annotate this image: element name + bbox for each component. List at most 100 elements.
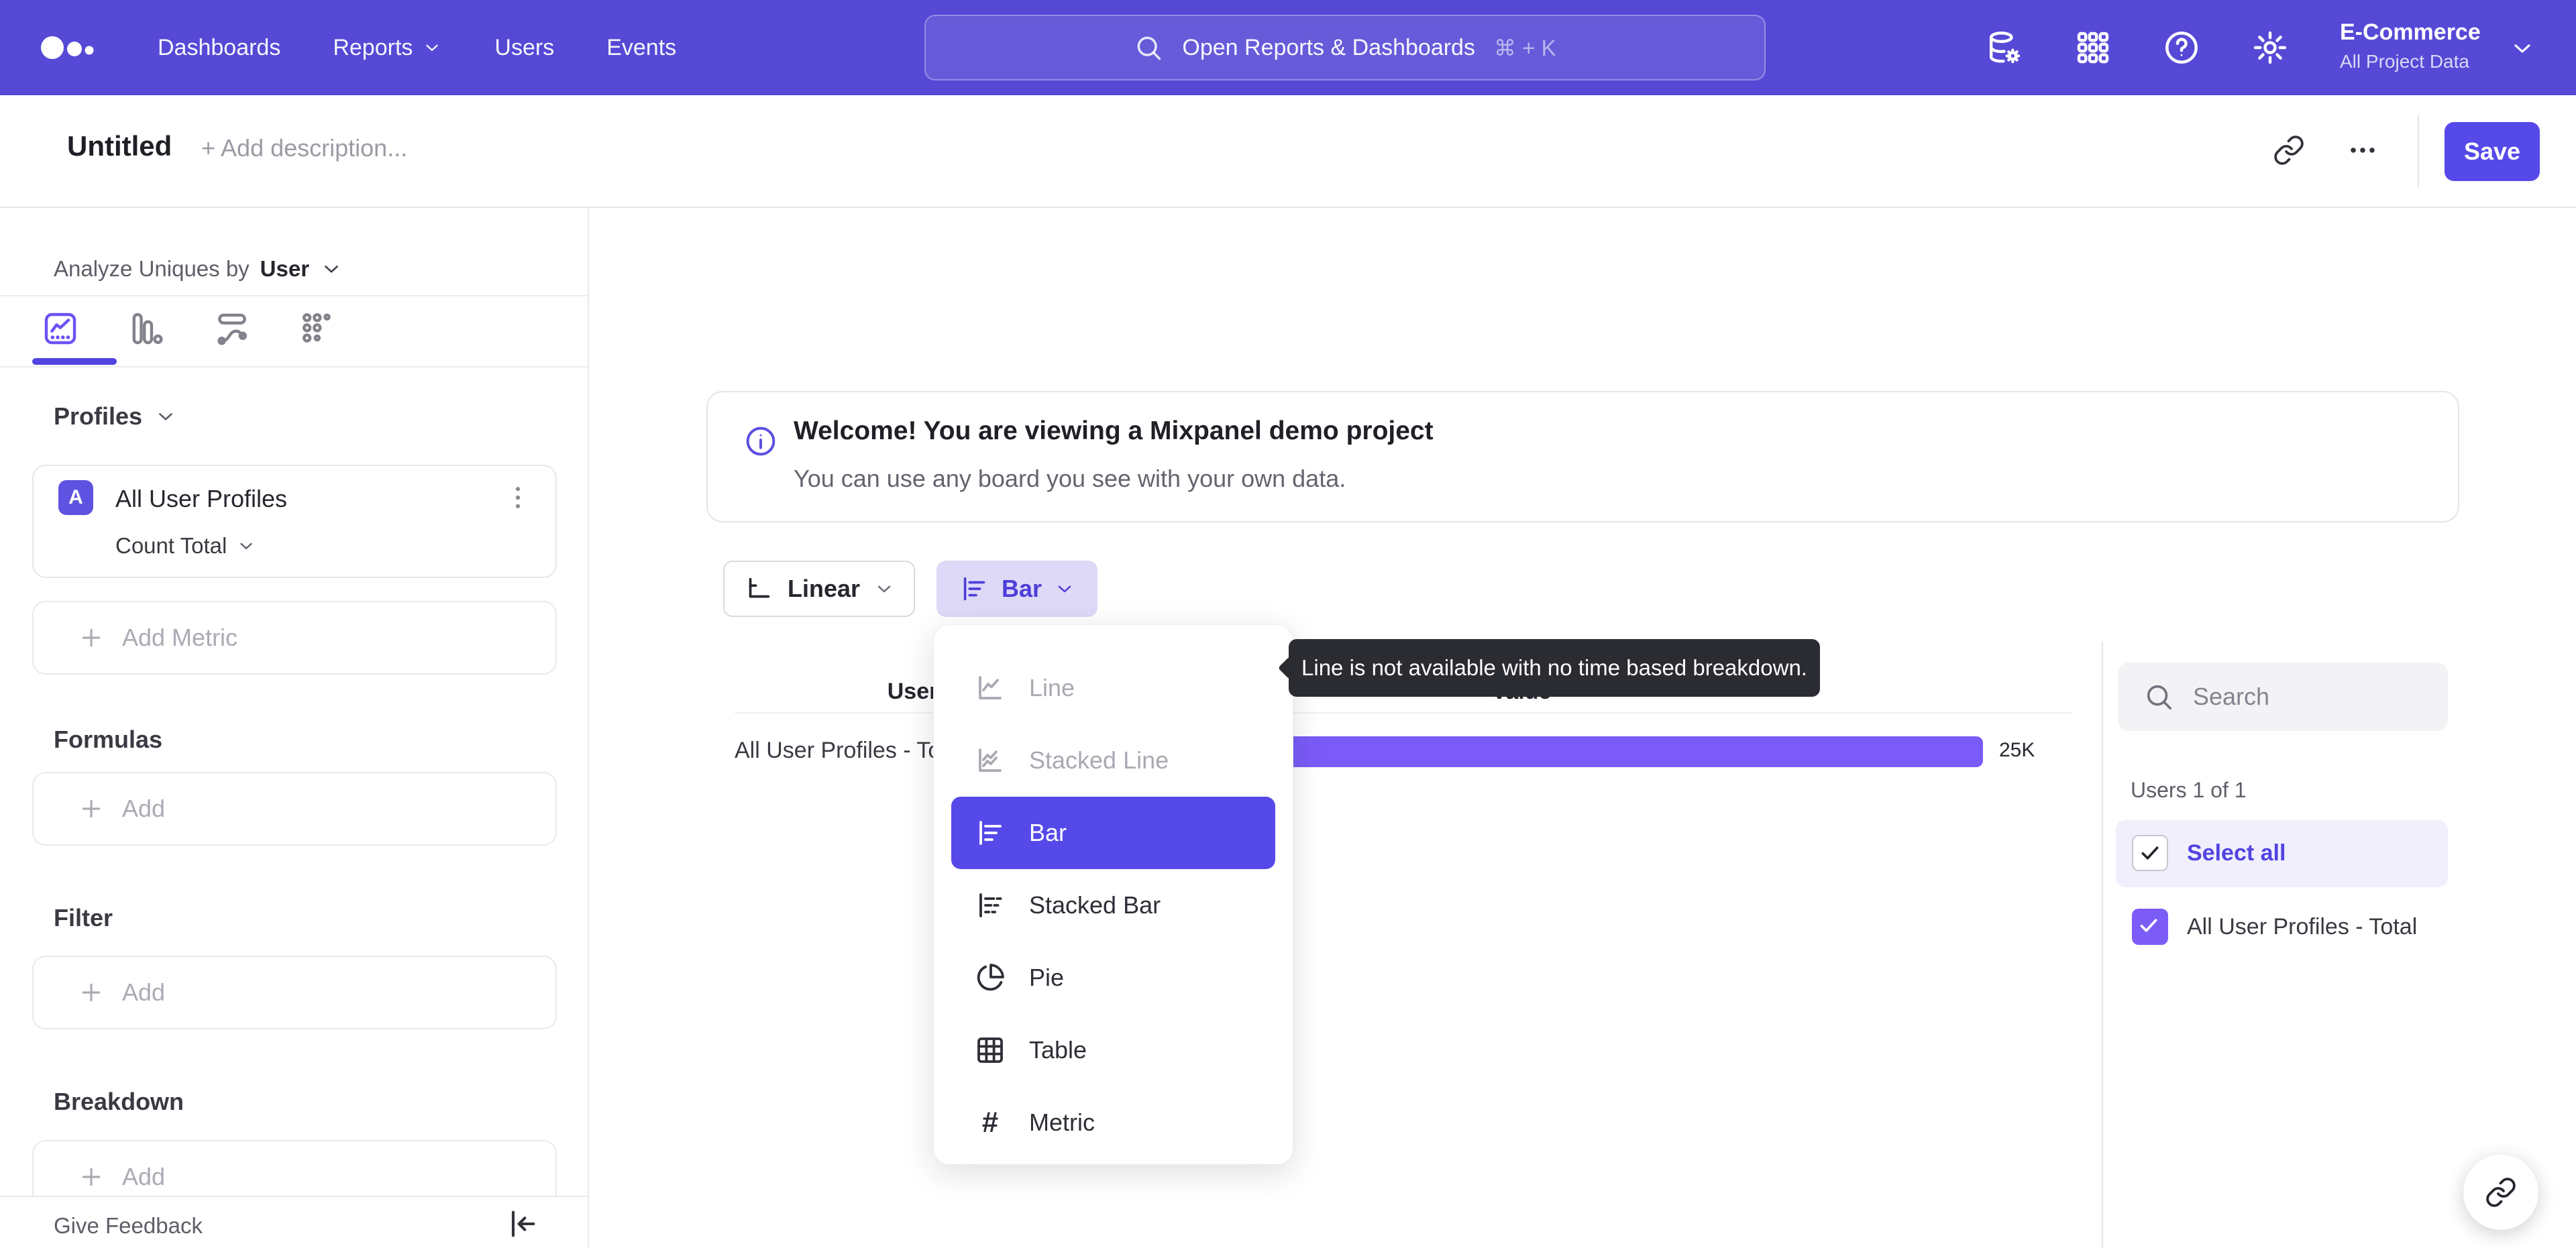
sidebar-divider <box>0 366 588 367</box>
bar-chart-area: Users Value All User Profiles - Total 25… <box>589 208 2102 1248</box>
tab-funnels[interactable] <box>127 306 165 345</box>
settings-gear-icon[interactable] <box>2251 29 2289 66</box>
nav-dashboards[interactable]: Dashboards <box>158 35 280 61</box>
formulas-title: Formulas <box>54 726 163 753</box>
menu-item-label: Bar <box>1029 819 1067 846</box>
scale-selector-button[interactable]: Linear <box>723 561 915 617</box>
project-chevron-down-icon[interactable] <box>2509 35 2536 62</box>
data-management-icon[interactable] <box>1986 29 2023 66</box>
tab-flows[interactable] <box>213 306 251 345</box>
menu-item-table[interactable]: Table <box>951 1014 1275 1086</box>
segments-count-label: Users 1 of 1 <box>2131 778 2247 802</box>
report-type-tabs <box>42 306 337 345</box>
add-metric-button[interactable]: Add Metric <box>32 601 557 675</box>
segments-search <box>2118 663 2448 731</box>
project-switcher[interactable]: E-Commerce All Project Data <box>2340 16 2481 75</box>
analyze-chevron-down-icon[interactable] <box>320 258 343 280</box>
add-formula-button[interactable]: Add <box>32 772 557 846</box>
stacked-line-chart-icon <box>979 748 1002 772</box>
breakdown-title: Breakdown <box>54 1088 184 1115</box>
aggregation-chevron-down-icon <box>240 543 253 549</box>
active-tab-underline <box>32 358 117 365</box>
chevron-down-icon <box>426 44 439 51</box>
pie-chart-icon <box>977 964 1004 991</box>
tab-insights[interactable] <box>42 306 79 345</box>
add-formula-label: Add <box>122 795 166 822</box>
query-builder-sidebar: Analyze Uniques by User Profiles A All U… <box>0 208 589 1248</box>
metric-aggregation-selector[interactable]: Count Total <box>115 533 256 559</box>
mixpanel-logo-icon[interactable] <box>39 31 106 64</box>
menu-item-label: Pie <box>1029 964 1065 991</box>
menu-item-metric[interactable]: Metric <box>951 1086 1275 1159</box>
segments-search-input[interactable] <box>2193 663 2434 731</box>
chart-bar-value: 25K <box>1999 739 2035 761</box>
line-disabled-tooltip: Line is not available with no time based… <box>1278 639 1820 697</box>
select-all-label: Select all <box>2187 840 2286 866</box>
collapse-sidebar-icon[interactable] <box>504 1206 539 1241</box>
metric-badge: A <box>58 480 93 515</box>
sidebar-divider <box>0 295 588 296</box>
share-link-floating-button[interactable] <box>2463 1155 2538 1230</box>
link-icon <box>2486 1178 2516 1207</box>
select-all-row[interactable]: Select all <box>2116 820 2448 887</box>
more-options-icon[interactable] <box>2347 134 2379 166</box>
chart-type-selector-button[interactable]: Bar <box>936 561 1097 617</box>
profiles-title: Profiles <box>54 402 143 430</box>
formulas-section-header: Formulas <box>54 726 162 754</box>
nav-events-label: Events <box>606 34 677 60</box>
project-name: E-Commerce <box>2340 19 2481 45</box>
sidebar-footer: Give Feedback <box>0 1196 588 1248</box>
menu-item-pie[interactable]: Pie <box>951 942 1275 1014</box>
save-button[interactable]: Save <box>2445 122 2540 181</box>
nav-reports[interactable]: Reports <box>333 35 442 61</box>
info-icon <box>746 427 775 456</box>
profiles-chevron-down-icon <box>159 413 172 420</box>
menu-item-label: Stacked Line <box>1029 746 1169 774</box>
welcome-banner-subtitle: You can use any board you see with your … <box>794 465 1346 492</box>
menu-item-stacked-line[interactable]: Stacked Line <box>951 724 1275 797</box>
breakdown-section-header: Breakdown <box>54 1088 184 1116</box>
menu-item-label: Metric <box>1029 1109 1095 1136</box>
add-description-field[interactable]: + Add description... <box>201 134 407 162</box>
nav-events[interactable]: Events <box>606 35 676 61</box>
menu-item-stacked-bar[interactable]: Stacked Bar <box>951 869 1275 942</box>
global-search-button[interactable]: Open Reports & Dashboards ⌘ + K <box>924 15 1766 80</box>
nav-dashboards-label: Dashboards <box>158 34 281 60</box>
check-icon <box>2140 919 2157 932</box>
primary-nav: Dashboards Reports Users Events <box>158 0 676 95</box>
copy-link-icon[interactable] <box>2273 134 2305 166</box>
chevron-down-icon <box>1058 585 1071 593</box>
linear-axis-icon <box>749 577 770 598</box>
metric-kebab-icon[interactable] <box>503 481 533 514</box>
analyze-value[interactable]: User <box>260 256 309 282</box>
help-icon[interactable] <box>2163 29 2200 66</box>
analyze-prefix-label: Analyze Uniques by <box>54 256 250 281</box>
nav-users[interactable]: Users <box>494 35 554 61</box>
tab-retention[interactable] <box>299 306 337 343</box>
metric-card[interactable]: A All User Profiles Count Total <box>32 465 557 578</box>
menu-item-line[interactable]: Line <box>951 652 1275 724</box>
apps-grid-icon[interactable] <box>2074 29 2112 66</box>
give-feedback-link[interactable]: Give Feedback <box>54 1213 203 1239</box>
bar-chart-icon <box>963 577 985 601</box>
global-search-placeholder: Open Reports & Dashboards <box>1182 34 1475 60</box>
profiles-section-header[interactable]: Profiles <box>54 402 177 431</box>
segment-checkbox-checked[interactable] <box>2132 909 2168 945</box>
menu-item-label: Table <box>1029 1036 1087 1064</box>
check-icon <box>2141 846 2159 860</box>
top-navigation-bar: Dashboards Reports Users Events Open Rep… <box>0 0 2576 95</box>
welcome-banner: Welcome! You are viewing a Mixpanel demo… <box>706 391 2459 522</box>
stacked-bar-chart-icon <box>979 893 1002 917</box>
plus-icon <box>82 799 101 818</box>
menu-item-bar[interactable]: Bar <box>951 797 1275 869</box>
tooltip-text: Line is not available with no time based… <box>1301 655 1807 680</box>
scale-selector-label: Linear <box>787 575 861 602</box>
global-search-shortcut: ⌘ + K <box>1493 35 1556 60</box>
metric-name[interactable]: All User Profiles <box>115 485 287 513</box>
header-divider <box>2418 115 2419 188</box>
add-filter-button[interactable]: Add <box>32 956 557 1029</box>
segment-item-label: All User Profiles - Total <box>2187 914 2418 940</box>
report-title[interactable]: Untitled <box>67 130 172 162</box>
segment-item-row[interactable]: All User Profiles - Total <box>2116 894 2448 961</box>
select-all-checkbox[interactable] <box>2132 835 2168 871</box>
